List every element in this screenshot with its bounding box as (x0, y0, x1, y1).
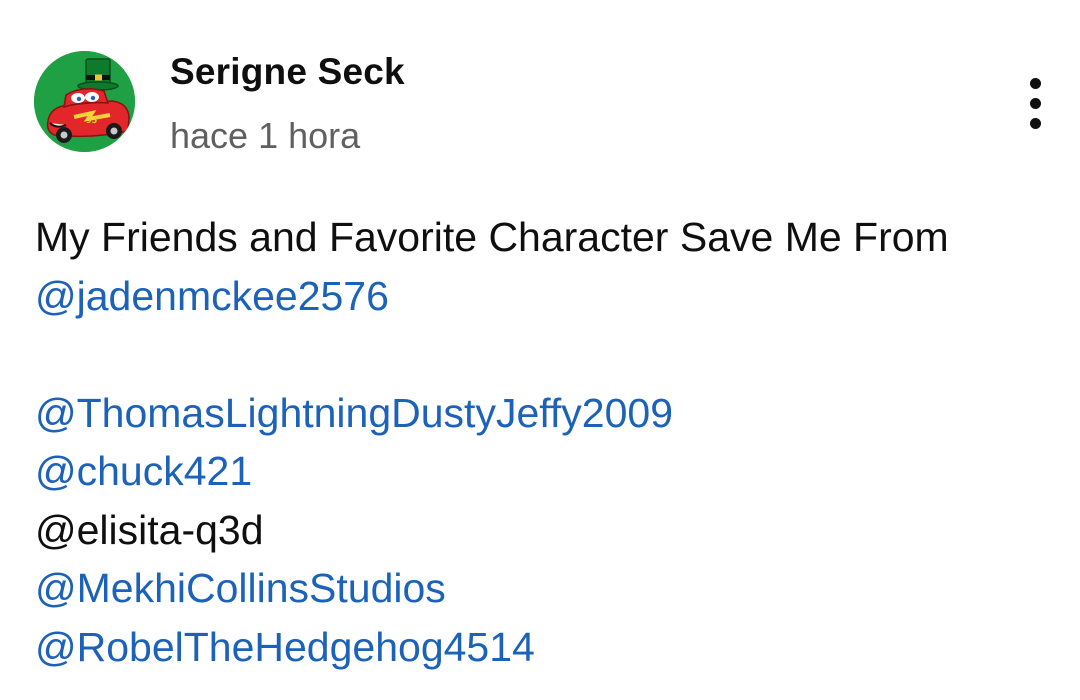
mention-link[interactable]: @jadenmckee2576 (35, 273, 389, 319)
mention-text: @elisita-q3d (35, 506, 264, 553)
comment-text: My Friends and Favorite Character Save M… (35, 208, 1055, 676)
avatar[interactable]: 95 (34, 51, 135, 152)
comment-header: 95 Serigne Seck hace 1 hora (0, 0, 1080, 170)
comment-text-line: My Friends and Favorite Character Save M… (35, 214, 949, 260)
mention-link[interactable]: @chuck421 (35, 448, 252, 494)
mention-link[interactable]: @ThomasLightningDustyJeffy2009 (35, 390, 673, 436)
mention-link[interactable]: @MekhiCollinsStudios (35, 565, 446, 611)
more-vertical-icon (1029, 77, 1041, 89)
mention-link[interactable]: @RobelTheHedgehog4514 (35, 624, 535, 670)
leprechaun-race-car-icon: 95 (34, 51, 135, 152)
timestamp: hace 1 hora (170, 115, 361, 156)
more-options-button[interactable] (1010, 68, 1060, 138)
svg-text:95: 95 (86, 116, 98, 125)
author-name[interactable]: Serigne Seck (170, 50, 405, 94)
more-vertical-icon (1029, 97, 1041, 109)
more-vertical-icon (1029, 117, 1041, 129)
